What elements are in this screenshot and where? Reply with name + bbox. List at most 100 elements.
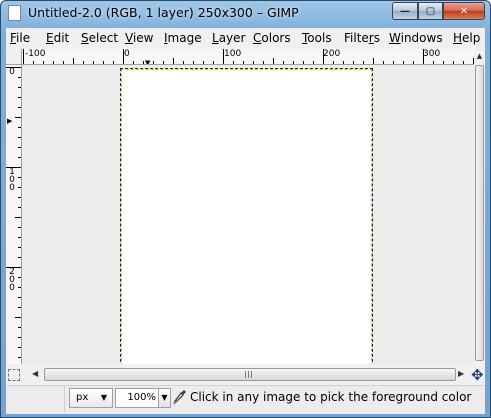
ruler-tick	[443, 61, 444, 64]
title-bar[interactable]: Untitled-2.0 (RGB, 1 layer) 250x300 – GI…	[1, 1, 490, 26]
pointer-marker-icon: ▶	[7, 117, 13, 125]
ruler-tick	[18, 237, 21, 238]
menu-filters[interactable]: Filters	[344, 31, 380, 45]
minimize-button[interactable]: —	[392, 2, 418, 20]
ruler-tick	[403, 61, 404, 64]
menu-file[interactable]: File	[10, 31, 30, 45]
hruler-label: -100	[25, 49, 46, 59]
vertical-scrollbar[interactable]: ▲	[474, 49, 485, 364]
ruler-corner[interactable]	[6, 49, 22, 65]
grip-icon	[245, 371, 253, 378]
canvas-area[interactable]	[22, 65, 474, 364]
hruler-label: 0	[124, 49, 130, 59]
ruler-tick	[15, 117, 21, 118]
ruler-tick	[133, 61, 134, 64]
image-canvas[interactable]	[120, 68, 373, 364]
ruler-tick	[93, 61, 94, 64]
horizontal-ruler[interactable]: -100 0 100 200 300 ▼	[22, 49, 474, 65]
ruler-tick	[18, 307, 21, 308]
image-window-client: File Edit Select View Image Layer Colors…	[6, 28, 485, 414]
dropdown-arrow-icon: ▼	[100, 393, 107, 402]
ruler-tick	[18, 297, 21, 298]
horizontal-scrollbar[interactable]: ◀ ▶ ✥	[6, 364, 485, 385]
menu-help[interactable]: Help	[453, 31, 480, 45]
ruler-tick	[18, 347, 21, 348]
vruler-label: 200	[9, 267, 15, 293]
ruler-tick	[18, 157, 21, 158]
ruler-tick	[18, 197, 21, 198]
ruler-tick	[18, 337, 21, 338]
menu-image[interactable]: Image	[164, 31, 202, 45]
ruler-tick	[18, 177, 21, 178]
menu-view[interactable]: View	[125, 31, 153, 45]
scroll-up-arrow-icon[interactable]: ▲	[474, 51, 485, 62]
scroll-right-arrow-icon[interactable]: ▶	[458, 369, 464, 378]
ruler-tick	[15, 317, 21, 318]
zoom-dropdown-button[interactable]: ▼	[159, 388, 171, 408]
ruler-tick	[353, 61, 354, 64]
navigate-icon[interactable]: ✥	[471, 366, 484, 384]
window-title: Untitled-2.0 (RGB, 1 layer) 250x300 – GI…	[28, 5, 299, 20]
ruler-tick	[163, 61, 164, 64]
ruler-tick	[18, 287, 21, 288]
ruler-tick	[18, 227, 21, 228]
ruler-tick	[18, 327, 21, 328]
hruler-label: 300	[423, 49, 441, 59]
hruler-label: 100	[224, 49, 242, 59]
vertical-scroll-thumb[interactable]	[475, 65, 484, 361]
ruler-tick	[18, 277, 21, 278]
menu-tools[interactable]: Tools	[302, 31, 332, 45]
maximize-button[interactable]: ▢	[418, 2, 443, 20]
ruler-tick	[18, 77, 21, 78]
menu-select[interactable]: Select	[81, 31, 118, 45]
ruler-tick	[453, 61, 454, 64]
ruler-tick	[18, 87, 21, 88]
color-picker-icon	[173, 390, 186, 405]
ruler-tick	[18, 357, 21, 358]
ruler-tick	[343, 61, 344, 64]
ruler-tick	[15, 217, 21, 218]
menu-windows[interactable]: Windows	[389, 31, 443, 45]
ruler-tick	[18, 107, 21, 108]
ruler-tick	[233, 61, 234, 64]
ruler-tick	[143, 61, 144, 64]
status-message: Click in any image to pick the foregroun…	[190, 390, 472, 404]
ruler-tick	[193, 61, 194, 64]
ruler-tick	[63, 61, 64, 64]
ruler-tick	[253, 61, 254, 64]
ruler-tick	[18, 207, 21, 208]
ruler-tick	[103, 61, 104, 64]
unit-value: px	[76, 392, 89, 403]
ruler-tick	[433, 61, 434, 64]
ruler-tick	[263, 61, 264, 64]
vertical-ruler[interactable]: 0 100 200 ▶	[6, 65, 22, 364]
ruler-tick	[43, 61, 44, 64]
ruler-tick	[83, 61, 84, 64]
ruler-tick	[213, 61, 214, 64]
ruler-tick	[113, 61, 114, 64]
ruler-tick	[18, 257, 21, 258]
vruler-label: 100	[9, 167, 15, 193]
ruler-tick	[18, 187, 21, 188]
ruler-tick	[243, 61, 244, 64]
menu-layer[interactable]: Layer	[212, 31, 245, 45]
unit-selector[interactable]: px ▼	[69, 388, 113, 408]
ruler-tick	[363, 61, 364, 64]
ruler-tick	[18, 147, 21, 148]
ruler-tick	[273, 58, 274, 64]
ruler-tick	[283, 61, 284, 64]
close-button[interactable]: ✕	[443, 2, 485, 20]
zoom-field[interactable]: 100%	[115, 388, 159, 408]
menu-colors[interactable]: Colors	[253, 31, 291, 45]
status-bar: px ▼ 100% ▼ Click in any image to pick t…	[6, 385, 485, 414]
scroll-left-arrow-icon[interactable]: ◀	[32, 369, 38, 378]
horizontal-scroll-thumb[interactable]	[44, 368, 456, 381]
menu-edit[interactable]: Edit	[46, 31, 69, 45]
ruler-tick	[303, 61, 304, 64]
ruler-tick	[23, 49, 24, 64]
menu-bar: File Edit Select View Image Layer Colors…	[6, 28, 485, 50]
ruler-tick	[18, 247, 21, 248]
separator	[64, 386, 65, 412]
ruler-tick	[73, 58, 74, 64]
quick-mask-icon[interactable]	[8, 369, 20, 381]
